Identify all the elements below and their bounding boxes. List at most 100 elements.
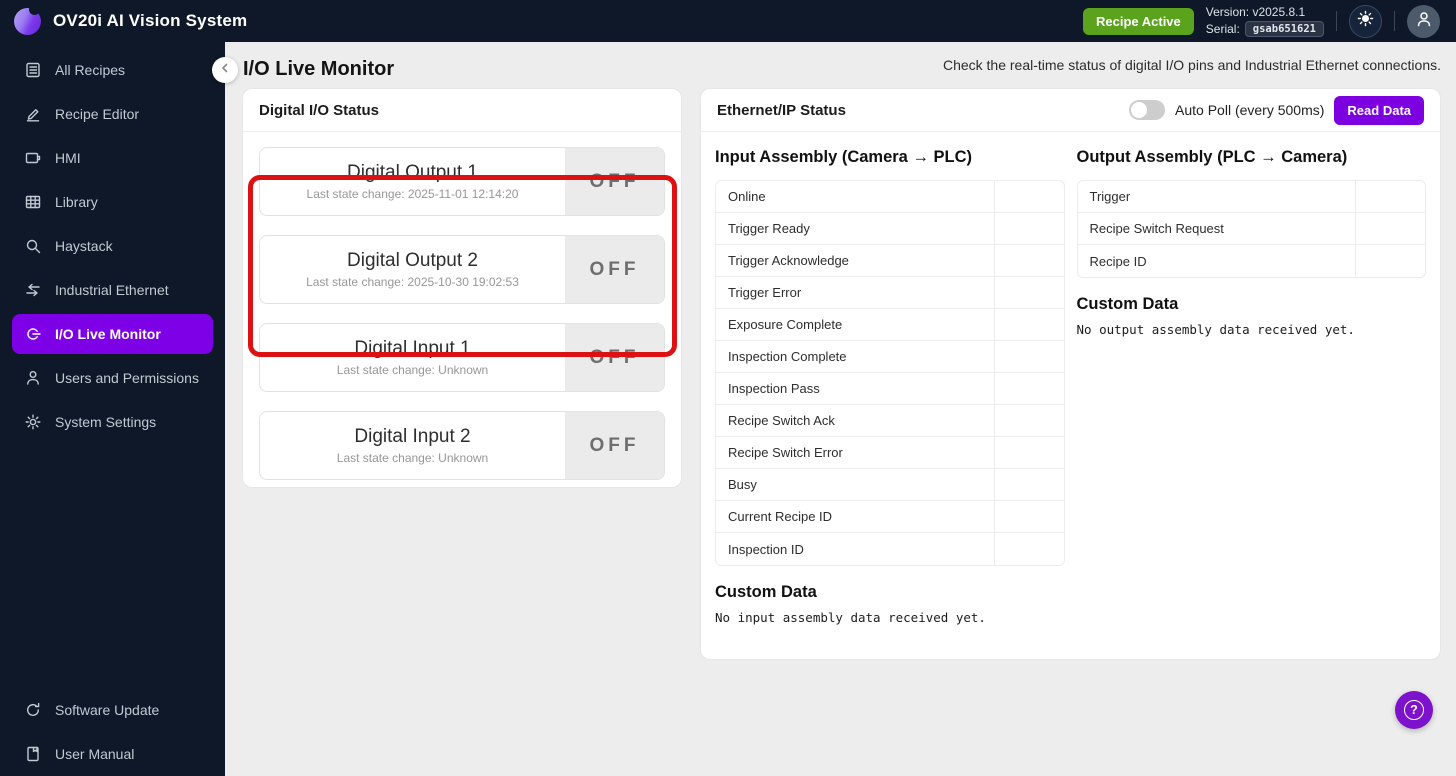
sidebar-item-haystack[interactable]: Haystack: [0, 224, 225, 268]
table-row: Exposure Complete: [716, 309, 1064, 341]
sidebar-item-industrial-ethernet[interactable]: Industrial Ethernet: [0, 268, 225, 312]
row-value: [993, 245, 1064, 276]
row-value: [993, 373, 1064, 404]
io-state-badge: OFF: [565, 236, 664, 303]
row-value: [993, 405, 1064, 436]
theme-toggle-button[interactable]: [1349, 4, 1382, 38]
io-card-subtitle: Last state change: Unknown: [336, 451, 489, 465]
sidebar-item-label: Library: [55, 194, 98, 210]
sidebar-item-users-permissions[interactable]: Users and Permissions: [0, 356, 225, 400]
read-data-button[interactable]: Read Data: [1334, 95, 1424, 125]
input-assembly-title: Input Assembly (Camera → PLC): [715, 148, 973, 166]
row-label: Busy: [728, 477, 757, 492]
sidebar-collapse-button[interactable]: [212, 57, 238, 83]
sidebar: All Recipes Recipe Editor HMI Library Ha…: [0, 42, 225, 776]
row-value: [1355, 245, 1425, 277]
io-card-subtitle: Last state change: Unknown: [336, 363, 489, 377]
row-label: Trigger: [1089, 189, 1131, 204]
sidebar-item-software-update[interactable]: Software Update: [0, 688, 225, 732]
output-assembly-table: Trigger Recipe Switch Request Recipe ID: [1076, 180, 1426, 278]
sidebar-item-label: HMI: [55, 150, 81, 166]
ethernet-ip-panel: Ethernet/IP Status Auto Poll (every 500m…: [700, 88, 1441, 660]
divider: [1336, 11, 1337, 31]
sidebar-item-label: Software Update: [55, 702, 160, 718]
recipe-active-badge: Recipe Active: [1082, 7, 1194, 35]
app-logo: [14, 3, 41, 35]
io-card-title: Digital Input 2: [354, 426, 471, 447]
sidebar-item-all-recipes[interactable]: All Recipes: [0, 48, 225, 92]
sidebar-item-library[interactable]: Library: [0, 180, 225, 224]
swap-arrows-icon: [24, 281, 42, 299]
pencil-icon: [24, 105, 42, 123]
help-button[interactable]: ?: [1395, 691, 1433, 729]
table-row: Inspection ID: [716, 533, 1064, 565]
digital-io-panel-header: Digital I/O Status: [243, 89, 681, 132]
person-icon: [24, 369, 42, 387]
row-label: Trigger Acknowledge: [728, 253, 849, 268]
output-assembly-title: Output Assembly (PLC → Camera): [1076, 148, 1348, 166]
digital-io-panel: Digital I/O Status Digital Output 1 Last…: [242, 88, 682, 488]
user-icon: [1415, 10, 1433, 33]
io-state-badge: OFF: [565, 412, 664, 479]
table-row: Inspection Pass: [716, 373, 1064, 405]
io-card-subtitle: Last state change: 2025-10-30 19:02:53: [306, 275, 519, 289]
row-label: Current Recipe ID: [728, 509, 833, 524]
digital-io-panel-title: Digital I/O Status: [259, 101, 380, 119]
row-label: Trigger Ready: [728, 221, 810, 236]
sidebar-item-label: Users and Permissions: [55, 370, 199, 386]
row-value: [993, 533, 1064, 565]
app-title: OV20i AI Vision System: [53, 11, 248, 30]
table-row: Trigger: [1077, 181, 1425, 213]
row-label: Inspection ID: [728, 541, 804, 557]
row-label: Online: [728, 189, 766, 204]
sidebar-item-label: Recipe Editor: [55, 106, 140, 122]
io-card-subtitle: Last state change: 2025-11-01 12:14:20: [306, 187, 519, 201]
io-state-badge: OFF: [565, 148, 664, 215]
row-value: [993, 309, 1064, 340]
sidebar-item-hmi[interactable]: HMI: [0, 136, 225, 180]
table-row: Busy: [716, 469, 1064, 501]
row-label: Recipe Switch Error: [728, 445, 843, 460]
sidebar-item-label: Industrial Ethernet: [55, 282, 169, 298]
auto-poll-toggle[interactable]: [1129, 100, 1166, 120]
row-label: Exposure Complete: [728, 317, 843, 332]
digital-input-1-card: Digital Input 1 Last state change: Unkno…: [259, 323, 665, 392]
ethernet-panel-title: Ethernet/IP Status: [717, 101, 846, 119]
table-row: Trigger Acknowledge: [716, 245, 1064, 277]
search-icon: [24, 237, 42, 255]
serial-text: Serial: gsab651621: [1206, 21, 1324, 37]
sidebar-item-recipe-editor[interactable]: Recipe Editor: [0, 92, 225, 136]
row-value: [1355, 213, 1425, 244]
refresh-icon: [24, 701, 42, 719]
row-label: Inspection Complete: [728, 349, 847, 364]
input-assembly-table: Online Trigger Ready Trigger Acknowledge…: [715, 180, 1065, 566]
digital-input-2-card: Digital Input 2 Last state change: Unkno…: [259, 411, 665, 480]
row-value: [993, 213, 1064, 244]
io-card-title: Digital Output 2: [347, 250, 478, 271]
version-text: Version: v2025.8.1: [1205, 5, 1306, 19]
chevron-left-icon: [218, 61, 232, 80]
sidebar-item-label: All Recipes: [55, 62, 126, 78]
sun-icon: [1357, 10, 1374, 32]
sidebar-item-io-live-monitor[interactable]: I/O Live Monitor: [12, 314, 213, 354]
row-label: Recipe Switch Ack: [728, 413, 835, 428]
digital-output-2-card: Digital Output 2 Last state change: 2025…: [259, 235, 665, 304]
serial-value-chip: gsab651621: [1244, 21, 1324, 37]
help-icon: ?: [1404, 700, 1424, 720]
table-row: Recipe Switch Request: [1077, 213, 1425, 245]
sidebar-item-label: Haystack: [55, 238, 113, 254]
input-custom-data-message: No input assembly data received yet.: [715, 610, 986, 625]
row-value: [993, 277, 1064, 308]
row-value: [993, 501, 1064, 532]
io-card-title: Digital Input 1: [354, 338, 471, 359]
row-label: Inspection Pass: [728, 381, 820, 396]
sidebar-item-user-manual[interactable]: User Manual: [0, 732, 225, 776]
sidebar-item-system-settings[interactable]: System Settings: [0, 400, 225, 444]
io-card-title: Digital Output 1: [347, 162, 478, 183]
io-state-badge: OFF: [565, 324, 664, 391]
row-value: [993, 341, 1064, 372]
io-monitor-icon: [24, 325, 42, 343]
sidebar-item-label: I/O Live Monitor: [55, 326, 161, 342]
user-account-button[interactable]: [1407, 4, 1440, 38]
row-label: Recipe Switch Request: [1089, 221, 1224, 236]
